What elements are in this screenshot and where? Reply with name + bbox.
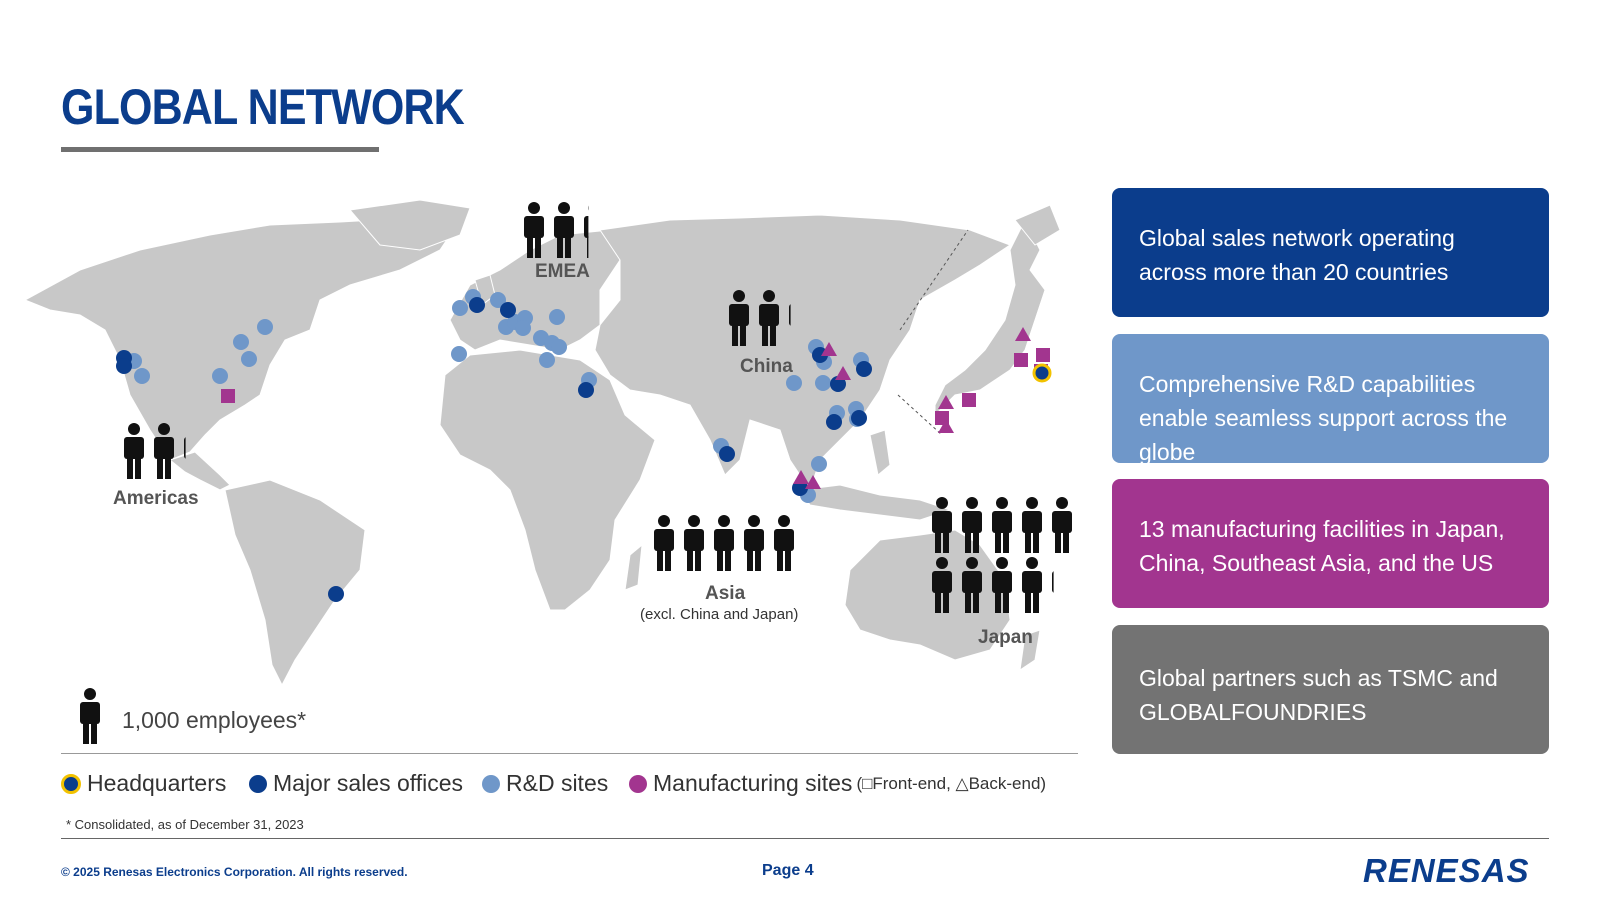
rnd-site-marker [451,346,467,362]
page-number: Page 4 [762,862,814,879]
people-icons-emea [524,202,589,258]
legend-rnd: R&D sites [482,770,608,797]
sales-office-marker [500,302,516,318]
svg-text:RENESAS: RENESAS [1363,852,1530,888]
rnd-site-marker [515,320,531,336]
person-icon [932,497,952,553]
manufacturing-marker-icon [629,774,647,793]
person-icon [962,497,982,553]
sales-marker-icon [249,774,267,793]
rnd-site-marker [233,334,249,350]
person-icon [744,515,764,571]
copyright: © 2025 Renesas Electronics Corporation. … [61,865,408,879]
people-icons-americas [124,423,186,479]
renesas-logo: RENESAS [1363,852,1530,888]
region-label-emea: EMEA [535,261,590,282]
people-icons-asia [654,515,794,571]
person-icon [584,205,589,258]
philippines-landmass [869,429,891,476]
front-end-manufacturing-marker [962,393,976,407]
map-divider [61,753,1078,754]
sales-office-marker [469,297,485,313]
person-icon [124,423,144,479]
info-card-rnd: Comprehensive R&D capabilities enable se… [1112,334,1549,465]
person-icon [80,688,100,744]
rnd-marker-icon [482,774,500,793]
rnd-site-marker [212,368,228,384]
person-icon [962,557,982,613]
person-icon [729,290,749,346]
person-icon [524,202,544,258]
person-icon [714,515,734,571]
region-label-japan: Japan [978,627,1033,648]
rnd-site-marker [551,339,567,355]
legend-manufacturing: Manufacturing sites (□Front-end, △Back-e… [629,770,1046,797]
legend-headquarters: Headquarters [61,770,226,797]
front-end-manufacturing-marker [221,389,235,403]
region-label-americas: Americas [113,488,199,509]
front-end-manufacturing-marker [1014,353,1028,367]
rnd-site-marker [811,456,827,472]
person-icon [1052,497,1072,553]
sales-office-marker [826,414,842,430]
person-icon [992,557,1012,613]
sales-office-marker [116,358,132,374]
region-label-china: China [740,356,793,377]
person-icon [992,497,1012,553]
rnd-site-marker [452,300,468,316]
sales-office-marker [328,586,344,602]
person-icon [184,437,186,459]
rnd-site-marker [539,352,555,368]
headquarters-marker-icon [61,773,81,794]
people-icons-china [729,290,791,346]
person-icon [932,557,952,613]
person-icon [789,304,791,326]
asia-landmass [594,214,1012,492]
headquarters-marker [1032,363,1052,383]
info-card-sales: Global sales network operating across mo… [1112,188,1549,317]
person-icon [684,515,704,571]
sales-office-marker [719,446,735,462]
front-end-manufacturing-marker [1036,348,1050,362]
sales-office-marker [851,410,867,426]
rnd-site-marker [257,319,273,335]
rnd-site-marker [549,309,565,325]
footer-divider [61,838,1549,839]
person-icon [774,515,794,571]
person-icon [759,290,779,346]
person-icon [654,515,674,571]
people-icons-japan [932,497,1072,613]
person-icon [554,202,574,258]
legend-sales: Major sales offices [249,770,463,797]
person-icon [1022,557,1042,613]
rnd-site-marker [134,368,150,384]
person-icon [1022,497,1042,553]
employee-legend-label: 1,000 employees* [122,707,307,733]
south-america-landmass [224,479,366,687]
rnd-site-marker [815,375,831,391]
info-card-partners: Global partners such as TSMC and GLOBALF… [1112,625,1549,754]
madagascar-landmass [624,543,643,591]
region-sublabel-asia: (excl. China and Japan) [640,606,799,623]
person-icon [1052,571,1054,593]
rnd-site-marker [241,351,257,367]
title-underline [61,147,379,152]
person-icon [154,423,174,479]
sales-office-marker [856,361,872,377]
site-legend: Headquarters Major sales offices R&D sit… [61,770,1101,798]
footnote: * Consolidated, as of December 31, 2023 [66,817,304,832]
africa-landmass [439,349,656,611]
info-card-manufacturing: 13 manufacturing facilities in Japan, Ch… [1112,479,1549,608]
page-title: GLOBAL NETWORK [61,79,465,135]
region-label-asia: Asia [705,583,746,604]
sales-office-marker [578,382,594,398]
